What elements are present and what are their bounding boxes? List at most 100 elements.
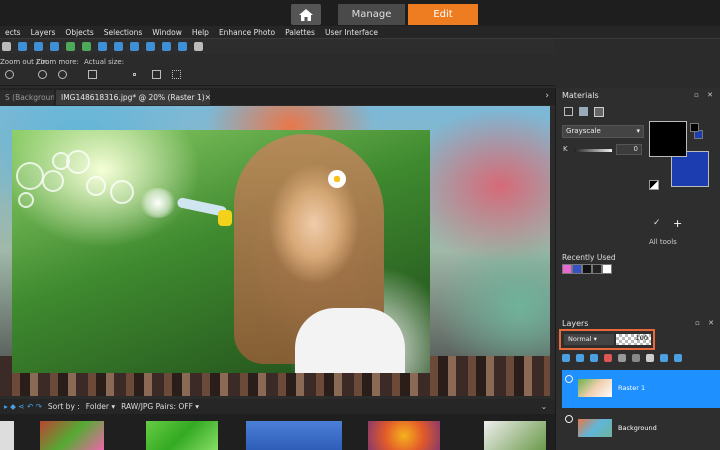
color-tab-icon[interactable]: [594, 107, 604, 117]
delete-layer-icon[interactable]: [604, 354, 612, 362]
sort-by-select[interactable]: Folder ▾: [86, 402, 115, 411]
bubble: [18, 192, 34, 208]
eye-icon[interactable]: [565, 375, 573, 383]
menu-user-interface[interactable]: User Interface: [320, 28, 383, 37]
materials-tab-icons[interactable]: [564, 107, 604, 117]
paste-icon[interactable]: [2, 42, 11, 51]
recent-color-swatch[interactable]: [572, 264, 582, 274]
dandelion-seed-burst: [140, 188, 176, 218]
tab-manage[interactable]: Manage: [338, 4, 405, 25]
zoom-out-icon[interactable]: [162, 42, 171, 51]
top-bar: Manage Edit: [0, 0, 720, 26]
organizer-icons[interactable]: ▸ ◆ ⋖ ↶ ↷: [4, 402, 42, 411]
blend-mode-select[interactable]: Normal ▾: [564, 334, 614, 345]
document-tabs: S (Background) IMG148618316.jpg* @ 20% (…: [0, 88, 555, 105]
separator-dot: [133, 73, 136, 76]
menu-selections[interactable]: Selections: [99, 28, 147, 37]
grid-icon[interactable]: [114, 42, 123, 51]
image-canvas[interactable]: [0, 106, 550, 396]
layer-row-raster-1[interactable]: Raster 1: [562, 370, 720, 408]
layer-thumbnail: [578, 379, 612, 397]
color-model-select[interactable]: Grayscale ▾: [562, 125, 644, 138]
menu-enhance-photo[interactable]: Enhance Photo: [214, 28, 280, 37]
k-slider[interactable]: [574, 149, 612, 152]
daisy-flower: [328, 170, 346, 188]
new-raster-layer-icon[interactable]: [562, 354, 570, 362]
all-tools-checkbox[interactable]: All tools: [649, 238, 677, 246]
swatches-icon[interactable]: [579, 107, 588, 116]
recent-color-swatch[interactable]: [592, 264, 602, 274]
add-swatch-icon[interactable]: +: [673, 217, 682, 230]
adjust-layer-icon[interactable]: [674, 354, 682, 362]
home-button[interactable]: [291, 4, 321, 25]
k-label: K: [563, 145, 568, 153]
fit-icon[interactable]: [130, 42, 139, 51]
layer-tools: [562, 354, 682, 362]
actual-size-button[interactable]: [88, 70, 97, 79]
crop-icon[interactable]: [50, 42, 59, 51]
raw-jpg-pairs-toggle[interactable]: RAW/JPG Pairs: OFF ▾: [121, 402, 199, 411]
view-icon[interactable]: [178, 42, 187, 51]
undo-icon[interactable]: [18, 42, 27, 51]
edit-tool-icon[interactable]: ✓: [653, 218, 661, 228]
thumbnail[interactable]: [246, 421, 342, 450]
foreground-color-swatch[interactable]: [649, 121, 687, 157]
zoom-in-icon[interactable]: [146, 42, 155, 51]
recent-color-swatch[interactable]: [582, 264, 592, 274]
eye-icon[interactable]: [565, 415, 573, 423]
chevron-down-icon[interactable]: ⌄: [541, 402, 547, 411]
bubble: [42, 170, 64, 192]
menu-effects[interactable]: ects: [0, 28, 26, 37]
palettes-icon[interactable]: [194, 42, 203, 51]
thumbnail[interactable]: [484, 421, 546, 450]
k-value-input[interactable]: 0: [616, 144, 642, 155]
thumbnail[interactable]: [368, 421, 440, 450]
new-vector-layer-icon[interactable]: [576, 354, 584, 362]
chevron-right-icon[interactable]: ›: [545, 91, 549, 101]
close-icon[interactable]: ✕: [205, 93, 211, 102]
swap-colors-icon[interactable]: [649, 180, 659, 190]
link-icon[interactable]: [646, 354, 654, 362]
fit-window-button[interactable]: [152, 70, 161, 79]
duplicate-layer-icon[interactable]: [590, 354, 598, 362]
menu-window[interactable]: Window: [147, 28, 187, 37]
menu-bar: ects Layers Objects Selections Window He…: [0, 26, 720, 39]
thumbnail[interactable]: [0, 421, 14, 450]
opacity-input[interactable]: 100: [616, 334, 651, 345]
menu-help[interactable]: Help: [187, 28, 214, 37]
sort-by-label: Sort by :: [47, 402, 80, 411]
blend-mode-value: Normal: [568, 335, 592, 343]
recent-color-swatch[interactable]: [562, 264, 572, 274]
redo-history-icon[interactable]: [82, 42, 91, 51]
mask-icon[interactable]: [618, 354, 626, 362]
tab-background-doc[interactable]: S (Background): [0, 90, 54, 105]
thumbnail[interactable]: [40, 421, 104, 450]
menu-layers[interactable]: Layers: [26, 28, 61, 37]
chevron-down-icon: ▾: [636, 127, 640, 135]
raster-layer-photo[interactable]: [12, 130, 430, 373]
thumbnail[interactable]: [146, 421, 218, 450]
redo-icon[interactable]: [34, 42, 43, 51]
right-palette-panel: Materials ▫ ✕ Grayscale ▾ K 0 ✓ + All to…: [555, 88, 720, 450]
mini-foreground-swatch[interactable]: [690, 123, 699, 132]
recently-used-label: Recently Used: [562, 253, 616, 262]
undo-history-icon[interactable]: [66, 42, 75, 51]
fit-selection-button[interactable]: [172, 70, 181, 79]
tab-label: S (Background): [5, 93, 54, 102]
layer-row-background[interactable]: Background: [562, 410, 720, 448]
tab-edit[interactable]: Edit: [408, 4, 478, 25]
menu-palettes[interactable]: Palettes: [280, 28, 320, 37]
frame-style-icon[interactable]: [564, 107, 573, 116]
materials-panel-controls[interactable]: ▫ ✕: [694, 91, 716, 99]
tab-active-doc[interactable]: IMG148618316.jpg* @ 20% (Raster 1) ✕: [56, 90, 211, 105]
zoom-in-button[interactable]: [5, 70, 14, 79]
layers-panel-controls[interactable]: ▫ ✕: [695, 319, 717, 327]
recent-color-swatch[interactable]: [602, 264, 612, 274]
trash-icon[interactable]: [632, 354, 640, 362]
info-icon[interactable]: [98, 42, 107, 51]
menu-objects[interactable]: Objects: [60, 28, 98, 37]
organizer-filmstrip: [0, 414, 555, 450]
zoom-more-in-button[interactable]: [58, 70, 67, 79]
zoom-more-out-button[interactable]: [38, 70, 47, 79]
properties-icon[interactable]: [660, 354, 668, 362]
